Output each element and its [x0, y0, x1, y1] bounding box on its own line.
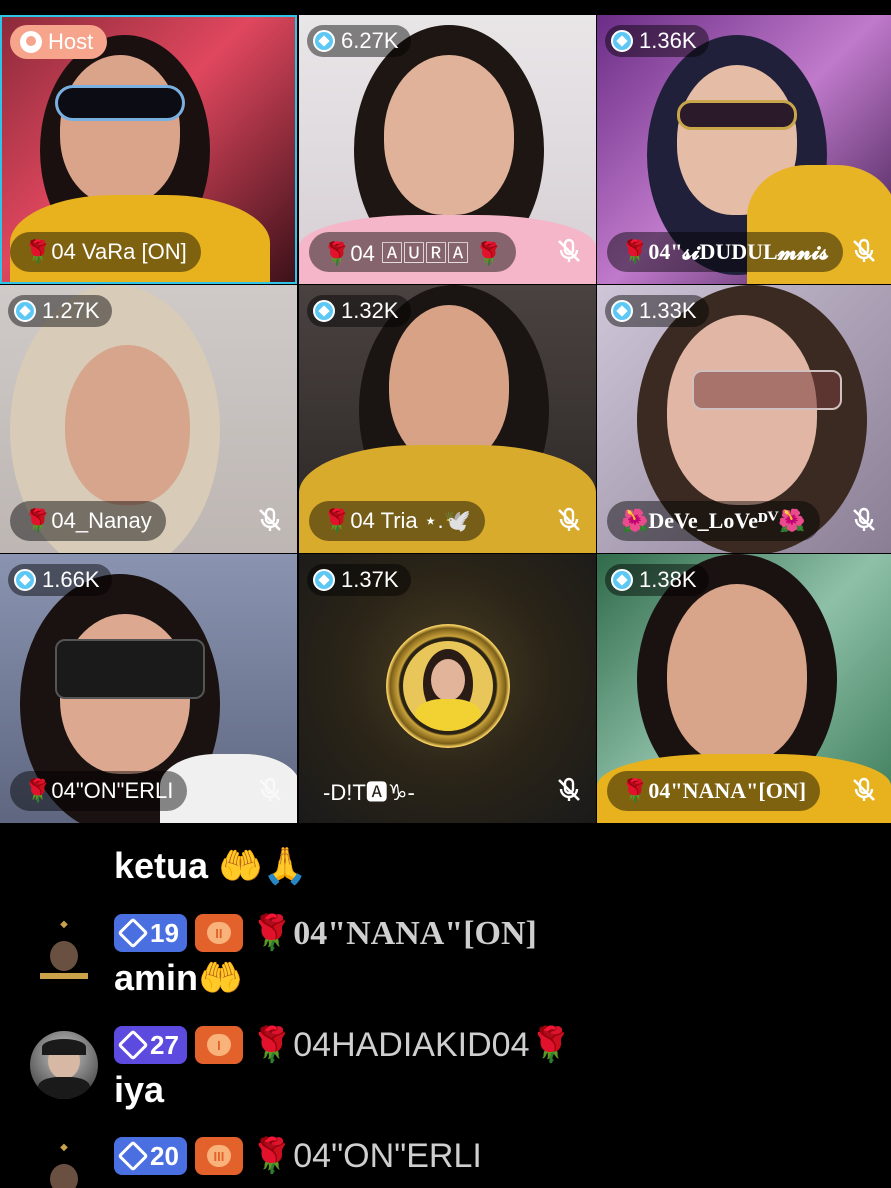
viewer-count-badge: 1.27K — [8, 295, 112, 327]
guest-avatar-frame — [386, 624, 510, 748]
fan-club-badge: I — [194, 1026, 243, 1064]
viewer-count-badge: 1.33K — [605, 295, 709, 327]
diamond-icon — [611, 569, 633, 591]
guest-tile[interactable]: 1.33K 🌺DeVe_LoVeᴰⱽ🌺 — [597, 285, 891, 553]
fan-club-badge: II — [194, 914, 243, 952]
user-level-badge: 20 — [114, 1137, 187, 1175]
viewer-count: 1.32K — [341, 298, 399, 323]
mic-muted-icon — [853, 238, 875, 262]
guest-tile-camera-off[interactable]: 1.37K -D!T🅰♑- — [299, 554, 596, 823]
viewer-count: 1.38K — [639, 567, 697, 592]
viewer-count-badge: 1.38K — [605, 564, 709, 596]
fan-heart-icon: I — [206, 1034, 231, 1056]
viewer-count: 1.66K — [42, 567, 100, 592]
viewer-count: 1.37K — [341, 567, 399, 592]
diamond-icon — [14, 300, 36, 322]
host-badge: Host — [10, 25, 108, 59]
guest-tile[interactable]: 1.36K 🌹04"𝓼𝓲DUDUL𝓶𝓷𝓲𝓼 — [597, 15, 891, 284]
guest-name: 🌹04"NANA"[ON] — [607, 771, 821, 811]
user-level: 27 — [150, 1029, 179, 1060]
guest-name: 🌹04 VaRa [ON] — [10, 232, 201, 272]
viewer-count-badge: 1.37K — [307, 564, 411, 596]
diamond-icon — [313, 300, 335, 322]
user-avatar[interactable] — [30, 1031, 98, 1099]
guest-name: -D!T🅰♑- — [323, 780, 415, 805]
viewer-count-badge: 6.27K — [307, 25, 411, 57]
mic-muted-icon — [259, 777, 281, 801]
user-level-badge: 27 — [114, 1026, 187, 1064]
chat-username[interactable]: 🌹04"NANA"[ON] — [251, 913, 537, 953]
fan-heart-icon: III — [206, 1145, 231, 1167]
level-diamond-icon — [117, 1029, 149, 1061]
mic-muted-icon — [259, 507, 281, 531]
viewer-count: 1.27K — [42, 298, 100, 323]
mic-muted-icon — [558, 238, 580, 262]
viewer-count: 1.33K — [639, 298, 697, 323]
chat-username[interactable]: 🌹04HADIAKID04🌹 — [251, 1025, 572, 1065]
level-diamond-icon — [117, 1140, 149, 1172]
guest-tile[interactable]: 6.27K 🌹04 🄰🅄🅁🄰 🌹 — [299, 15, 596, 284]
guest-name: 🌹04 🄰🅄🅁🄰 🌹 — [309, 232, 517, 272]
guest-tile-host[interactable]: Host 🌹04 VaRa [ON] — [0, 15, 297, 284]
viewer-count-badge: 1.66K — [8, 564, 112, 596]
guest-avatar — [403, 641, 493, 731]
family-badge-icon[interactable]: ◆ — [30, 919, 98, 987]
guest-tile[interactable]: 1.27K 🌹04_Nanay — [0, 285, 297, 553]
fan-heart-icon: II — [206, 922, 231, 944]
chat-username[interactable]: 🌹04"ON"ERLI — [251, 1136, 482, 1176]
level-diamond-icon — [117, 917, 149, 949]
user-level: 20 — [150, 1140, 179, 1171]
diamond-icon — [14, 569, 36, 591]
viewer-count-badge: 1.36K — [605, 25, 709, 57]
host-icon — [20, 31, 42, 53]
guest-tile[interactable]: 1.32K 🌹04 Tria ⋆.🕊️ — [299, 285, 596, 553]
family-badge-icon[interactable]: ◆ — [30, 1142, 98, 1188]
guest-name: 🌹04"𝓼𝓲DUDUL𝓶𝓷𝓲𝓼 — [607, 232, 843, 272]
user-level-badge: 19 — [114, 914, 187, 952]
guest-name: 🌺DeVe_LoVeᴰⱽ🌺 — [607, 501, 820, 541]
user-level: 19 — [150, 917, 179, 948]
viewer-count: 6.27K — [341, 28, 399, 53]
fan-club-badge: III — [194, 1137, 243, 1175]
mic-muted-icon — [558, 777, 580, 801]
chat-message-text: ketua 🤲🙏 — [114, 845, 308, 886]
guest-name: 🌹04 Tria ⋆.🕊️ — [309, 501, 486, 541]
mic-muted-icon — [853, 507, 875, 531]
viewer-count-badge: 1.32K — [307, 295, 411, 327]
diamond-icon — [611, 30, 633, 52]
diamond-icon — [611, 300, 633, 322]
diamond-icon — [313, 30, 335, 52]
diamond-icon — [313, 569, 335, 591]
status-bar — [0, 0, 891, 15]
guest-tile[interactable]: 1.66K 🌹04"ON"ERLI — [0, 554, 297, 823]
mic-muted-icon — [853, 777, 875, 801]
chat-message-text: amin🤲 — [114, 957, 243, 998]
chat-message-text: iya — [114, 1069, 165, 1110]
guest-tile[interactable]: 1.38K 🌹04"NANA"[ON] — [597, 554, 891, 823]
mic-muted-icon — [558, 507, 580, 531]
chat-feed[interactable]: ketua 🤲🙏 ◆ 19 II 🌹04"NANA"[ON] amin🤲 27 … — [0, 823, 891, 1188]
host-label: Host — [48, 29, 94, 54]
viewer-count: 1.36K — [639, 28, 697, 53]
guest-name: 🌹04"ON"ERLI — [10, 771, 188, 811]
guest-name: 🌹04_Nanay — [10, 501, 166, 541]
live-room-grid: Host 🌹04 VaRa [ON] 6.27K 🌹04 🄰🅄🅁🄰 🌹 1.36… — [0, 15, 891, 823]
